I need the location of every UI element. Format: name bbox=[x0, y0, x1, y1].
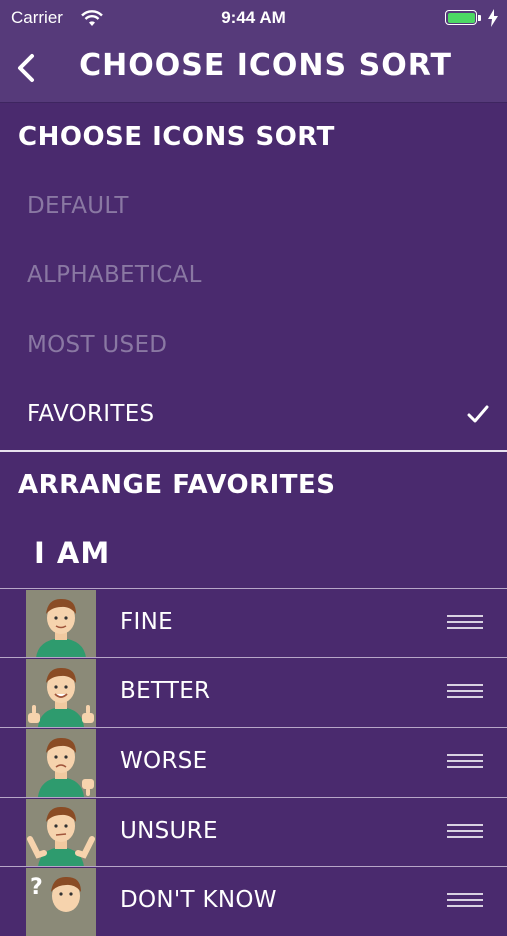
sort-option-label: ALPHABETICAL bbox=[27, 262, 202, 288]
nav-bar: CHOOSE ICONS SORT bbox=[0, 36, 507, 103]
favorite-row-unsure[interactable]: UNSURE bbox=[0, 797, 507, 867]
favorite-label: WORSE bbox=[120, 748, 208, 774]
favorite-row-better[interactable]: BETTER bbox=[0, 657, 507, 727]
sort-option-most-used[interactable]: MOST USED bbox=[0, 312, 507, 381]
favorite-label: BETTER bbox=[120, 678, 211, 704]
battery-nub bbox=[478, 15, 481, 21]
checkmark-icon bbox=[467, 405, 489, 423]
clock: 9:44 AM bbox=[221, 8, 286, 27]
status-bar: Carrier 9:44 AM bbox=[0, 0, 507, 36]
favorite-row-dont-know[interactable]: ? DON'T KNOW bbox=[0, 866, 507, 936]
boy-fine-icon bbox=[26, 590, 96, 658]
drag-handle-icon[interactable] bbox=[447, 893, 483, 907]
favorites-section-header: ARRANGE FAVORITES bbox=[18, 470, 336, 500]
drag-handle-icon[interactable] bbox=[447, 824, 483, 838]
back-button[interactable] bbox=[10, 50, 44, 86]
sort-option-favorites[interactable]: FAVORITES bbox=[0, 381, 507, 450]
drag-handle-icon[interactable] bbox=[447, 684, 483, 698]
favorite-row-worse[interactable]: WORSE bbox=[0, 727, 507, 797]
drag-handle-icon[interactable] bbox=[447, 615, 483, 629]
svg-text:?: ? bbox=[30, 875, 43, 900]
charging-icon bbox=[488, 9, 498, 27]
page-title: CHOOSE ICONS SORT bbox=[79, 48, 452, 83]
favorite-label: DON'T KNOW bbox=[120, 887, 277, 913]
favorite-label: UNSURE bbox=[120, 818, 218, 844]
boy-thumbs-up-icon bbox=[26, 659, 96, 727]
battery-icon bbox=[445, 10, 477, 25]
group-title: I AM bbox=[34, 536, 111, 570]
sort-option-default[interactable]: DEFAULT bbox=[0, 173, 507, 242]
favorite-label: FINE bbox=[120, 609, 173, 635]
sort-option-alphabetical[interactable]: ALPHABETICAL bbox=[0, 242, 507, 311]
favorite-row-fine[interactable]: FINE bbox=[0, 588, 507, 658]
section-divider bbox=[0, 450, 507, 452]
sort-option-label: MOST USED bbox=[27, 332, 168, 358]
boy-question-icon: ? bbox=[26, 868, 96, 936]
boy-thumbs-down-icon bbox=[26, 729, 96, 797]
sort-option-label: DEFAULT bbox=[27, 193, 129, 219]
sort-option-label: FAVORITES bbox=[27, 401, 155, 427]
boy-shrug-icon bbox=[26, 799, 96, 867]
drag-handle-icon[interactable] bbox=[447, 754, 483, 768]
sort-section-header: CHOOSE ICONS SORT bbox=[18, 122, 335, 152]
